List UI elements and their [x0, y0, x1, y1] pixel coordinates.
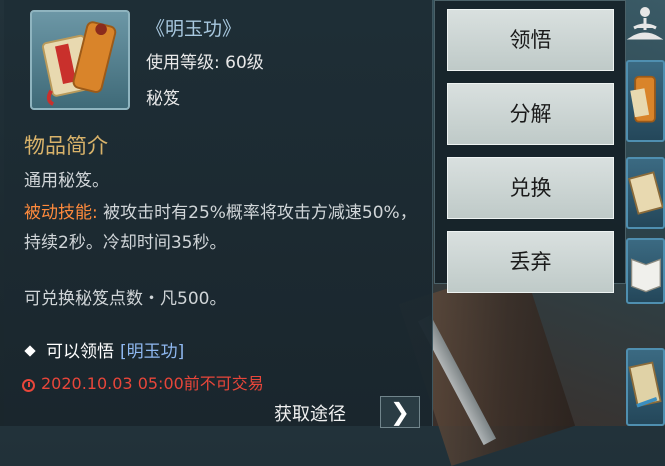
manual-item-slot[interactable]	[626, 348, 665, 426]
discard-button[interactable]: 丢弃	[447, 231, 614, 293]
scroll-item-slot[interactable]	[626, 60, 665, 142]
action-menu: 领悟 分解 兑换 丢弃	[434, 0, 626, 293]
meditation-icon[interactable]	[626, 2, 665, 48]
trade-restriction: 2020.10.03 05:00前不可交易	[22, 370, 264, 394]
source-label[interactable]: 获取途径	[274, 400, 346, 426]
item-level-requirement: 使用等级: 60级	[146, 53, 264, 73]
skill-label: 被动技能:	[24, 203, 98, 223]
comprehend-button[interactable]: 领悟	[447, 9, 614, 71]
description-line: 通用秘笈。	[24, 171, 109, 191]
skill-link[interactable]: [明玉功]	[120, 342, 184, 362]
passive-skill-description: 被动技能: 被攻击时有25%概率将攻击方减速50%，持续2秒。冷却时间35秒。	[24, 198, 419, 258]
trade-restriction-text: 2020.10.03 05:00前不可交易	[41, 374, 264, 393]
learnable-row: 可以领悟 [明玉功]	[24, 337, 184, 362]
diamond-bullet-icon	[24, 345, 36, 357]
item-thumbnail	[30, 10, 130, 110]
item-type: 秘笈	[146, 89, 180, 109]
learnable-text: 可以领悟	[46, 342, 114, 362]
exchange-text: 可兑换秘笈点数・凡500。	[24, 289, 227, 309]
decompose-button[interactable]: 分解	[447, 83, 614, 145]
book-item-slot[interactable]	[626, 157, 665, 229]
source-arrow-button[interactable]: ❯	[380, 396, 420, 428]
exchange-button[interactable]: 兑换	[447, 157, 614, 219]
item-title: 《明玉功》	[146, 18, 242, 40]
scroll-icon	[41, 21, 117, 106]
item-detail-panel: 《明玉功》 使用等级: 60级 秘笈 物品简介 通用秘笈。 被动技能: 被攻击时…	[4, 0, 433, 428]
section-title: 物品简介	[24, 134, 108, 158]
open-book-item-slot[interactable]	[626, 238, 665, 304]
clock-icon	[22, 379, 35, 392]
